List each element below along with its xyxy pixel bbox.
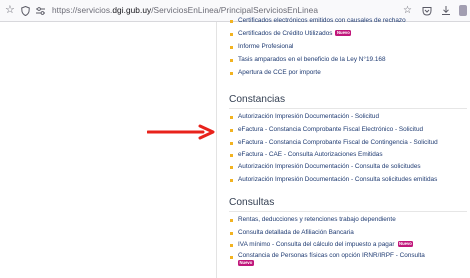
bookmark-star-icon[interactable]: ☆ [5,5,15,16]
tracking-protection-shield-icon[interactable] [21,6,30,16]
link-label[interactable]: eFactura - CAE - Consulta Autorizaciones… [238,151,383,159]
bullet-icon [230,129,233,132]
link-text[interactable]: Certificados de Crédito Utilizados [238,30,332,37]
bullet-icon [230,142,233,145]
page-content: Certificados electrónicos emitidos con c… [0,17,470,278]
bullet-icon [230,59,233,62]
bullet-icon [230,72,233,75]
bullet-icon [230,219,233,222]
link-label[interactable]: Certificados de Crédito Utilizados Nuevo [238,30,352,38]
link-label[interactable]: Tasis amparados en el beneficio de la Le… [238,56,386,64]
extension-icon[interactable] [459,5,467,16]
red-arrow-annotation [147,124,215,140]
section-heading-consultas: Consultas [229,197,275,208]
link-label[interactable]: Constancia de Personas físicas con opció… [238,252,425,260]
bullet-icon [230,46,233,49]
bullet-icon [230,33,233,36]
link-label[interactable]: Apertura de CCE por importe [238,69,321,77]
link-label[interactable]: Informe Profesional [238,43,293,51]
bullet-icon [230,116,233,119]
bullet-icon [230,166,233,169]
link-label[interactable]: eFactura - Constancia Comprobante Fiscal… [238,126,423,134]
section-divider [229,211,467,212]
connection-settings-icon[interactable] [35,6,46,16]
bullet-icon [230,244,233,247]
new-badge: Nuevo [335,30,352,36]
url-domain: dgi.gub.uy [112,5,152,15]
bullet-icon [230,179,233,182]
bullet-icon [230,154,233,157]
pocket-icon[interactable] [422,6,432,16]
address-bar[interactable]: https://servicios.dgi.gub.uy/ServiciosEn… [52,5,318,15]
section-divider [229,108,467,109]
link-label[interactable]: Certificados electrónicos emitidos con c… [238,17,406,25]
link-label[interactable]: Autorización Impresión Documentación - S… [238,113,379,121]
bullet-icon [230,232,233,235]
link-label[interactable]: Autorización Impresión Documentación - C… [238,176,437,184]
link-text[interactable]: IVA mínimo - Consulta del cálculo del im… [238,241,395,248]
bookmark-page-star-icon[interactable]: ☆ [403,5,412,16]
link-label[interactable]: Rentas, deducciones y retenciones trabaj… [238,216,396,224]
section-heading-constancias: Constancias [229,94,286,105]
link-label[interactable]: IVA mínimo - Consulta del cálculo del im… [238,241,414,249]
bullet-icon [230,20,233,23]
badge-row: Nuevo [238,260,254,268]
url-prefix: https://servicios. [52,5,113,15]
link-label[interactable]: eFactura - Constancia Comprobante Fiscal… [238,139,438,147]
column-divider [216,22,217,278]
link-label[interactable]: Consulta detallada de Afiliación Bancari… [238,229,354,237]
downloads-icon[interactable] [441,5,451,16]
url-path: /ServiciosEnLinea/PrincipalServiciosEnLi… [151,5,318,15]
new-badge: Nuevo [238,260,254,266]
link-label[interactable]: Autorización Impresión Documentación - C… [238,163,421,171]
bullet-icon [230,256,233,259]
new-badge: Nuevo [397,241,414,247]
